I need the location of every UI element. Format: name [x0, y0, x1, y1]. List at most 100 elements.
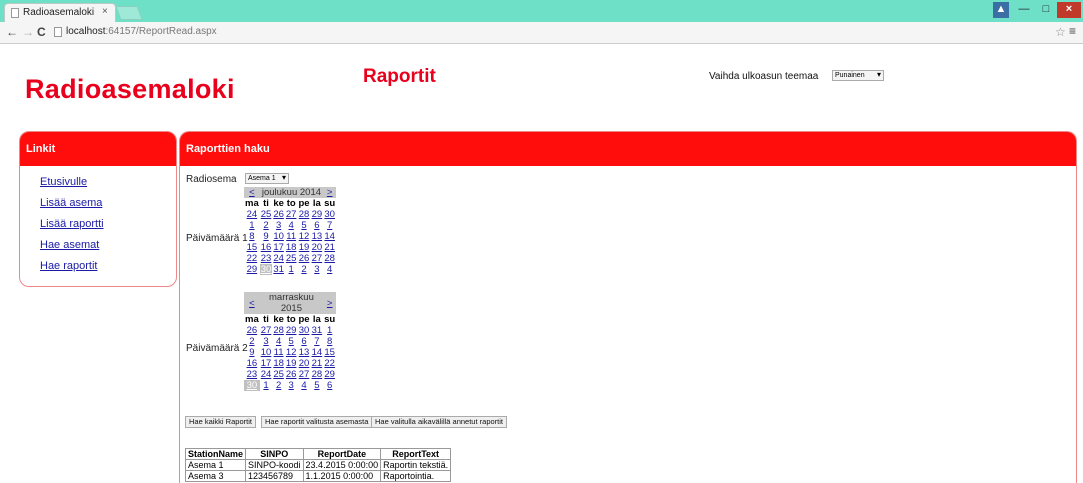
calendar-day[interactable]: 31 [311, 325, 324, 336]
calendar-day[interactable]: 25 [285, 253, 298, 264]
station-select[interactable]: Asema 1 [245, 173, 289, 184]
calendar-day[interactable]: 28 [323, 253, 336, 264]
new-tab-button[interactable] [115, 6, 143, 20]
calendar-day[interactable]: 26 [244, 325, 260, 336]
calendar-day[interactable]: 2 [297, 264, 310, 275]
calendar-day[interactable]: 26 [272, 209, 285, 220]
calendar-day[interactable]: 30 [323, 209, 336, 220]
calendar-day[interactable]: 4 [323, 264, 336, 275]
calendar-day[interactable]: 2 [260, 220, 273, 231]
link-lisaa-asema[interactable]: Lisää asema [40, 197, 104, 218]
calendar-day[interactable]: 12 [285, 347, 298, 358]
prev-month-link[interactable]: < [244, 292, 260, 314]
get-all-reports-button[interactable]: Hae kaikki Raportit [185, 416, 256, 428]
calendar-day[interactable]: 28 [272, 325, 285, 336]
calendar-day[interactable]: 29 [244, 264, 260, 275]
url-field[interactable]: localhost:64157/ReportRead.aspx [66, 26, 217, 37]
calendar-day[interactable]: 27 [311, 253, 324, 264]
calendar-day[interactable]: 10 [260, 347, 273, 358]
calendar-day[interactable]: 21 [311, 358, 324, 369]
calendar-day[interactable]: 4 [272, 336, 285, 347]
calendar-day[interactable]: 10 [272, 231, 285, 242]
calendar-day[interactable]: 21 [323, 242, 336, 253]
calendar-day[interactable]: 23 [260, 253, 273, 264]
calendar-day[interactable]: 26 [297, 253, 310, 264]
calendar-day[interactable]: 24 [272, 253, 285, 264]
calendar-day[interactable]: 5 [311, 380, 324, 391]
calendar-day[interactable]: 7 [323, 220, 336, 231]
calendar-day[interactable]: 28 [297, 209, 310, 220]
calendar-day[interactable]: 7 [311, 336, 324, 347]
calendar-day[interactable]: 18 [285, 242, 298, 253]
calendar-day[interactable]: 14 [311, 347, 324, 358]
bookmark-star-icon[interactable]: ☆ [1055, 25, 1066, 39]
get-station-reports-button[interactable]: Hae raportit valitusta asemasta [261, 416, 373, 428]
calendar-day[interactable]: 6 [297, 336, 310, 347]
calendar-day[interactable]: 2 [272, 380, 285, 391]
link-etusivulle[interactable]: Etusivulle [40, 176, 104, 197]
column-header[interactable]: ReportDate [302, 448, 382, 460]
calendar-day[interactable]: 15 [323, 347, 336, 358]
calendar-day[interactable]: 20 [297, 358, 310, 369]
calendar-day[interactable]: 11 [285, 231, 298, 242]
calendar-day[interactable]: 4 [297, 380, 310, 391]
calendar-day[interactable]: 9 [244, 347, 260, 358]
calendar-day[interactable]: 5 [297, 220, 310, 231]
calendar-day[interactable]: 13 [297, 347, 310, 358]
calendar-day[interactable]: 17 [260, 358, 273, 369]
calendar-day[interactable]: 31 [272, 264, 285, 275]
calendar-day[interactable]: 11 [272, 347, 285, 358]
calendar-day[interactable]: 25 [260, 209, 273, 220]
calendar-day[interactable]: 28 [311, 369, 324, 380]
calendar-day[interactable]: 16 [244, 358, 260, 369]
calendar-day[interactable]: 20 [311, 242, 324, 253]
calendar-day[interactable]: 23 [244, 369, 260, 380]
calendar-day[interactable]: 27 [285, 209, 298, 220]
column-header[interactable]: SINPO [245, 448, 304, 460]
calendar-day[interactable]: 27 [297, 369, 310, 380]
calendar-day[interactable]: 25 [272, 369, 285, 380]
calendar-day[interactable]: 9 [260, 231, 273, 242]
minimize-button[interactable]: — [1013, 2, 1035, 18]
calendar-day[interactable]: 1 [244, 220, 260, 231]
theme-select[interactable]: Punainen [832, 70, 884, 81]
get-range-reports-button[interactable]: Hae valitulla aikavälillä annetut raport… [371, 416, 507, 428]
reload-icon[interactable]: C [37, 25, 46, 39]
calendar-day[interactable]: 5 [285, 336, 298, 347]
calendar-day[interactable]: 24 [244, 209, 260, 220]
calendar-day[interactable]: 29 [323, 369, 336, 380]
calendar-day[interactable]: 22 [244, 253, 260, 264]
forward-arrow-icon[interactable]: → [22, 25, 34, 39]
close-window-button[interactable]: × [1057, 2, 1081, 18]
link-hae-asemat[interactable]: Hae asemat [40, 239, 104, 260]
calendar-day[interactable]: 15 [244, 242, 260, 253]
calendar-day[interactable]: 6 [323, 380, 336, 391]
calendar-day[interactable]: 18 [272, 358, 285, 369]
calendar-day[interactable]: 2 [244, 336, 260, 347]
calendar-day[interactable]: 22 [323, 358, 336, 369]
menu-icon[interactable]: ≡ [1069, 24, 1076, 38]
calendar-day[interactable]: 16 [260, 242, 273, 253]
calendar-day[interactable]: 1 [323, 325, 336, 336]
calendar-day[interactable]: 19 [285, 358, 298, 369]
calendar-day[interactable]: 3 [311, 264, 324, 275]
prev-month-link[interactable]: < [244, 187, 260, 198]
next-month-link[interactable]: > [323, 187, 336, 198]
calendar-day[interactable]: 4 [285, 220, 298, 231]
browser-tab[interactable]: Radioasemaloki × [4, 3, 116, 22]
next-month-link[interactable]: > [323, 292, 336, 314]
calendar-day[interactable]: 1 [260, 380, 273, 391]
calendar-day[interactable]: 27 [260, 325, 273, 336]
calendar-day[interactable]: 3 [260, 336, 273, 347]
calendar-day[interactable]: 13 [311, 231, 324, 242]
back-arrow-icon[interactable]: ← [6, 25, 18, 39]
calendar-day[interactable]: 6 [311, 220, 324, 231]
calendar-day[interactable]: 1 [285, 264, 298, 275]
column-header[interactable]: StationName [184, 448, 247, 460]
calendar-day[interactable]: 19 [297, 242, 310, 253]
calendar-day[interactable]: 29 [285, 325, 298, 336]
calendar-day[interactable]: 12 [297, 231, 310, 242]
maximize-button[interactable]: □ [1035, 2, 1057, 18]
calendar-day[interactable]: 14 [323, 231, 336, 242]
link-hae-raportit[interactable]: Hae raportit [40, 260, 104, 281]
